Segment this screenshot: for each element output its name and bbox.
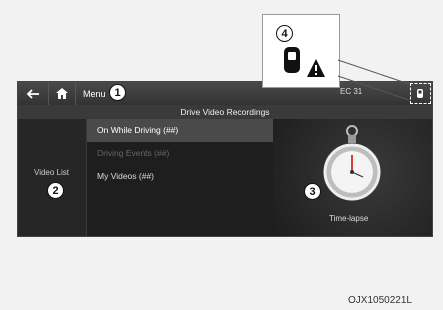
callout-badge-3: 3 [304,183,321,200]
callout-badge-2: 2 [47,182,64,199]
figure-code: OJX1050221L [348,295,412,306]
callout-badge-4: 4 [276,25,293,42]
callout-connector [337,59,410,101]
callout-badge-1: 1 [109,84,126,101]
